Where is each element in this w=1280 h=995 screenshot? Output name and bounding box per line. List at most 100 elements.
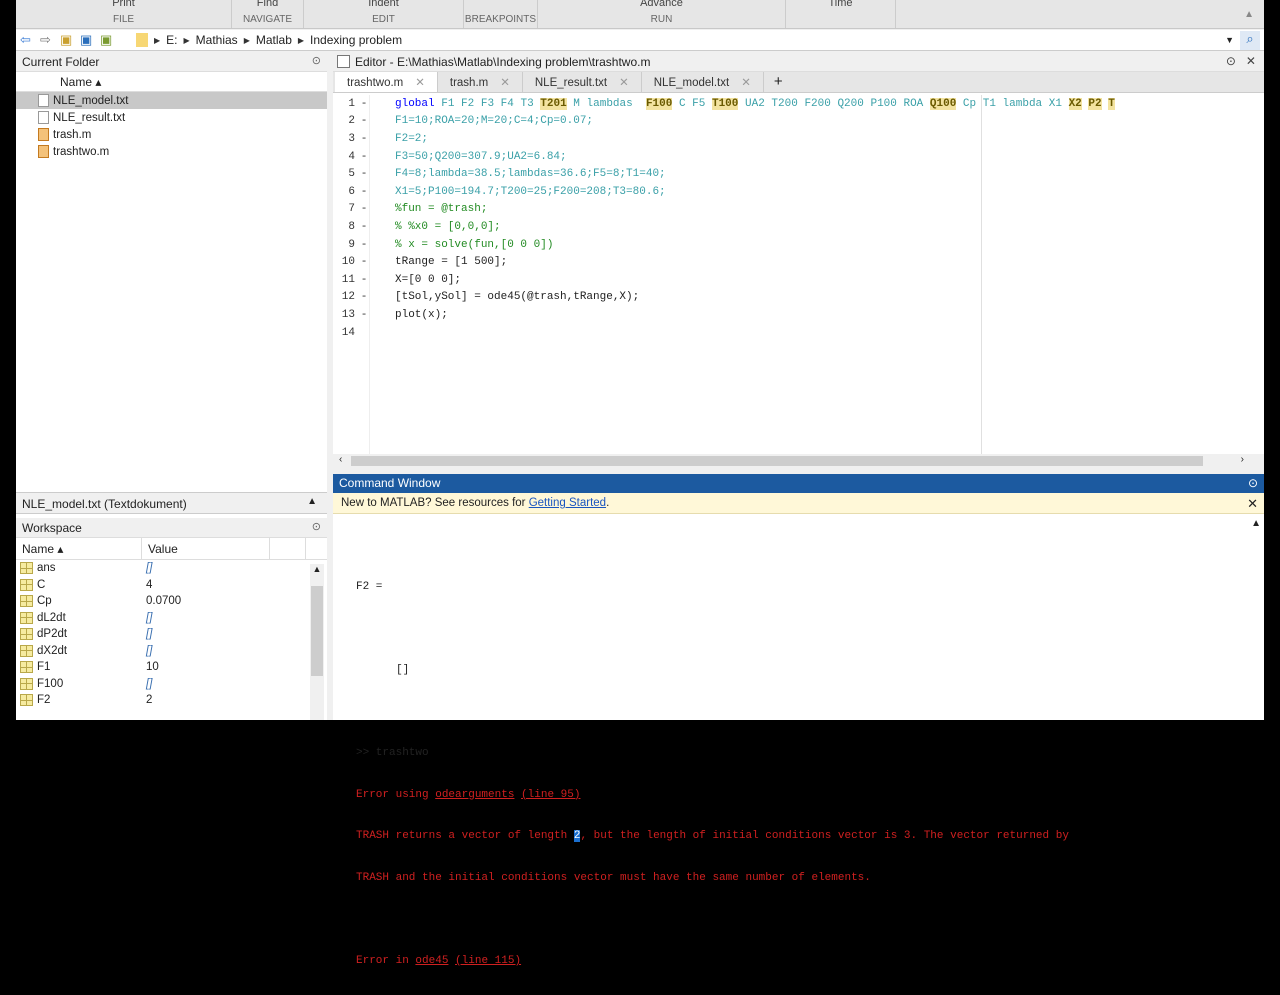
ribbon-breakpoints[interactable]: BREAKPOINTS: [464, 0, 538, 28]
close-notice-icon[interactable]: ✕: [1247, 496, 1258, 512]
column-header-value[interactable]: Value: [142, 538, 270, 559]
workspace-variable[interactable]: C4: [16, 577, 327, 594]
close-tab-icon[interactable]: ✕: [619, 77, 629, 89]
ribbon-time[interactable]: Time: [786, 0, 896, 28]
separator-icon: ▶: [243, 35, 250, 45]
global-variable: F1: [441, 97, 455, 110]
breakpoint-marker[interactable]: -: [355, 239, 373, 251]
file-item[interactable]: NLE_result.txt: [16, 109, 327, 126]
search-folder-icon[interactable]: ⌕: [1240, 30, 1260, 50]
panel-options-icon[interactable]: ⊙: [1248, 476, 1258, 490]
scroll-thumb[interactable]: [351, 456, 1203, 466]
editor-hscrollbar[interactable]: ‹ ›: [333, 454, 1264, 468]
variable-value: []: [146, 628, 153, 641]
workspace-variable[interactable]: F2 2: [16, 692, 327, 709]
file-item[interactable]: trashtwo.m: [16, 143, 327, 160]
getting-started-link[interactable]: Getting Started: [529, 497, 606, 509]
workspace-variable[interactable]: ans []: [16, 560, 327, 577]
file-item[interactable]: trash.m: [16, 126, 327, 143]
breakpoint-marker[interactable]: -: [355, 151, 373, 163]
editor-options-icon[interactable]: ⊙ ✕: [1226, 54, 1256, 68]
scroll-up-icon[interactable]: ▲: [310, 564, 324, 574]
editor-tab[interactable]: trashtwo.m ✕: [335, 72, 438, 92]
ribbon-edit[interactable]: Indent EDIT: [304, 0, 464, 28]
breakpoint-marker[interactable]: -: [355, 115, 373, 127]
global-variable: lambdas: [586, 97, 640, 110]
close-tab-icon[interactable]: ✕: [741, 77, 751, 89]
workspace-variable[interactable]: F100 []: [16, 676, 327, 693]
up-folder-icon[interactable]: ▣: [60, 33, 76, 47]
details-bar[interactable]: NLE_model.txt (Textdokument) ▲: [16, 492, 327, 514]
variable-value: 2: [146, 694, 153, 707]
scroll-up-icon[interactable]: ▲: [1251, 518, 1261, 529]
panel-title: Workspace: [22, 521, 82, 535]
editor-tab[interactable]: trash.m ✕: [438, 72, 523, 92]
breakpoint-marker[interactable]: -: [355, 256, 373, 268]
history-icon[interactable]: ▣: [100, 33, 116, 47]
panel-options-icon[interactable]: ⊙: [312, 520, 321, 533]
breadcrumb[interactable]: ▶ E: ▶ Mathias ▶ Matlab ▶ Indexing problem: [154, 33, 402, 47]
file-item[interactable]: NLE_model.txt: [16, 92, 327, 109]
line-number: 13: [341, 308, 355, 321]
command-window[interactable]: Command Window ⊙ New to MATLAB? See resou…: [333, 474, 1264, 967]
breakpoint-marker[interactable]: -: [355, 274, 373, 286]
new-tab-button[interactable]: +: [764, 72, 793, 92]
text-file-icon: [38, 94, 49, 107]
breakpoint-marker[interactable]: -: [355, 309, 373, 321]
column-header-name[interactable]: Name ▴: [16, 72, 327, 92]
column-header-name[interactable]: Name ▴: [16, 538, 142, 559]
forward-icon[interactable]: ⇨: [40, 33, 56, 47]
breakpoint-marker[interactable]: -: [355, 168, 373, 180]
column-header-extra[interactable]: [270, 538, 306, 559]
variable-name-cell: dP2dt: [16, 628, 142, 641]
collapse-toolstrip-icon[interactable]: ▲: [1244, 9, 1254, 20]
dropdown-icon[interactable]: ▼: [1225, 35, 1234, 45]
global-variable: F200: [804, 97, 831, 110]
breakpoint-marker[interactable]: -: [355, 98, 373, 110]
line-number: 3: [348, 132, 355, 145]
editor-tab[interactable]: NLE_model.txt ✕: [642, 72, 764, 92]
breakpoint-marker[interactable]: -: [355, 291, 373, 303]
workspace-variable[interactable]: dL2dt []: [16, 610, 327, 627]
workspace-variable[interactable]: dP2dt []: [16, 626, 327, 643]
close-tab-icon[interactable]: ✕: [415, 77, 425, 89]
variable-value: 4: [146, 578, 153, 591]
variable-name: F1: [37, 661, 51, 674]
crumb-mathias[interactable]: Mathias: [196, 33, 238, 47]
address-bar[interactable]: ⇦ ⇨ ▣ ▣ ▣ ▶ E: ▶ Mathias ▶ Matlab ▶ Indexing pro…: [16, 30, 1264, 51]
ribbon-run[interactable]: Advance RUN: [538, 0, 786, 28]
workspace-variable[interactable]: Cp 0.0700: [16, 593, 327, 610]
crumb-drive[interactable]: E:: [166, 33, 177, 47]
matrix-icon: [20, 694, 33, 707]
line-115-link[interactable]: (line 115): [455, 955, 521, 967]
ribbon-file[interactable]: Print FILE: [16, 0, 232, 28]
breakpoint-marker[interactable]: -: [355, 133, 373, 145]
code-text: F4=8;lambda=38.5;lambdas=36.6;F5=8;T1=40…: [395, 168, 666, 181]
ribbon-navigate[interactable]: Find NAVIGATE: [232, 0, 304, 28]
code-line: 3- F2=2;: [333, 130, 1264, 148]
editor-tab[interactable]: NLE_result.txt ✕: [523, 72, 642, 92]
command-output[interactable]: F2 = [] >> trashtwo Error using odeargum…: [356, 518, 1069, 995]
code-area[interactable]: 1- global F1 F2 F3 F4 T3 T201 M lambdas F…: [333, 95, 1264, 455]
ode45-link[interactable]: ode45: [415, 955, 448, 967]
crumb-matlab[interactable]: Matlab: [256, 33, 292, 47]
workspace-variable[interactable]: F1 10: [16, 659, 327, 676]
breakpoint-marker[interactable]: -: [355, 221, 373, 233]
file-name: NLE_result.txt: [53, 111, 126, 124]
scroll-left-icon[interactable]: ‹: [339, 454, 342, 465]
breakpoint-marker[interactable]: -: [355, 203, 373, 215]
back-icon[interactable]: ⇦: [20, 33, 36, 47]
line-95-link[interactable]: (line 95): [521, 789, 580, 801]
expand-details-icon[interactable]: ▲: [307, 496, 317, 507]
odearguments-link[interactable]: odearguments: [435, 789, 514, 801]
close-tab-icon[interactable]: ✕: [500, 77, 510, 89]
crumb-indexing-problem[interactable]: Indexing problem: [310, 33, 402, 47]
browse-folder-icon[interactable]: ▣: [80, 33, 96, 47]
scroll-right-icon[interactable]: ›: [1241, 454, 1244, 465]
breakpoint-marker[interactable]: -: [355, 186, 373, 198]
scroll-thumb[interactable]: [311, 586, 323, 676]
panel-options-icon[interactable]: ⊙: [312, 54, 321, 67]
workspace-scrollbar[interactable]: ▲: [310, 564, 324, 720]
workspace-variable[interactable]: dX2dt []: [16, 643, 327, 660]
variable-name-cell: F2: [16, 694, 142, 707]
